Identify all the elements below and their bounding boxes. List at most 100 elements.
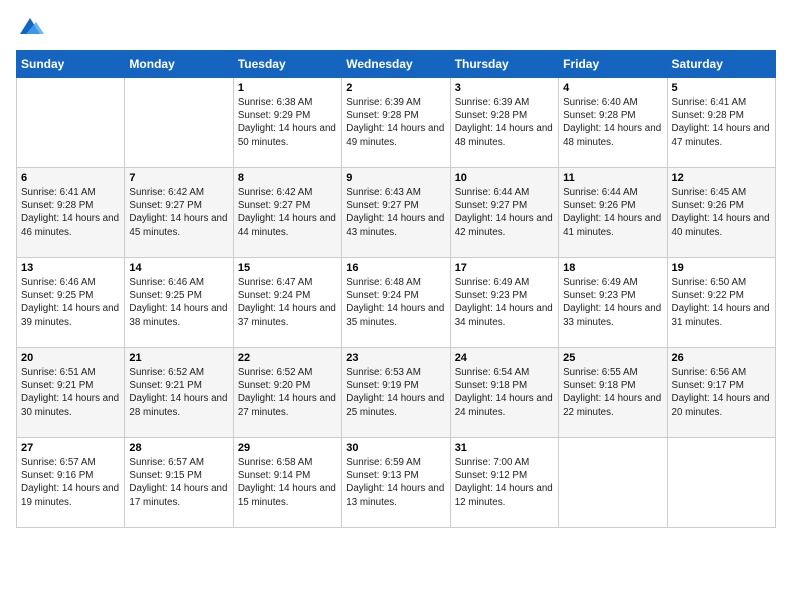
day-info: Sunrise: 6:58 AM Sunset: 9:14 PM Dayligh…: [238, 456, 337, 509]
day-cell: [559, 438, 667, 528]
day-cell: 6 Sunrise: 6:41 AM Sunset: 9:28 PM Daylig…: [17, 168, 125, 258]
day-number: 14: [129, 262, 228, 274]
day-info: Sunrise: 6:46 AM Sunset: 9:25 PM Dayligh…: [21, 276, 120, 329]
day-number: 5: [672, 82, 771, 94]
day-info: Sunrise: 6:57 AM Sunset: 9:16 PM Dayligh…: [21, 456, 120, 509]
week-row-4: 20 Sunrise: 6:51 AM Sunset: 9:21 PM Dayli…: [17, 348, 776, 438]
day-cell: 21 Sunrise: 6:52 AM Sunset: 9:21 PM Dayli…: [125, 348, 233, 438]
day-number: 30: [346, 442, 445, 454]
page-header: [16, 16, 776, 38]
day-cell: 24Sunrise: 6:54 AM Sunset: 9:18 PM Dayli…: [450, 348, 558, 438]
day-cell: 12 Sunrise: 6:45 AM Sunset: 9:26 PM Dayli…: [667, 168, 775, 258]
day-info: Sunrise: 6:49 AM Sunset: 9:23 PM Dayligh…: [455, 276, 554, 329]
day-info: Sunrise: 6:51 AM Sunset: 9:21 PM Dayligh…: [21, 366, 120, 419]
day-cell: 3 Sunrise: 6:39 AM Sunset: 9:28 PM Daylig…: [450, 78, 558, 168]
day-cell: 16 Sunrise: 6:48 AM Sunset: 9:24 PM Dayli…: [342, 258, 450, 348]
day-info: Sunrise: 6:49 AM Sunset: 9:23 PM Dayligh…: [563, 276, 662, 329]
day-cell: 10Sunrise: 6:44 AM Sunset: 9:27 PM Dayli…: [450, 168, 558, 258]
day-number: 23: [346, 352, 445, 364]
day-number: 2: [346, 82, 445, 94]
day-cell: 1 Sunrise: 6:38 AM Sunset: 9:29 PM Daylig…: [233, 78, 341, 168]
day-info: Sunrise: 6:40 AM Sunset: 9:28 PM Dayligh…: [563, 96, 662, 149]
day-info: Sunrise: 6:43 AM Sunset: 9:27 PM Dayligh…: [346, 186, 445, 239]
day-number: 26: [672, 352, 771, 364]
day-cell: 22 Sunrise: 6:52 AM Sunset: 9:20 PM Dayli…: [233, 348, 341, 438]
day-number: 11: [563, 172, 662, 184]
day-info: Sunrise: 6:47 AM Sunset: 9:24 PM Dayligh…: [238, 276, 337, 329]
day-info: Sunrise: 6:42 AM Sunset: 9:27 PM Dayligh…: [129, 186, 228, 239]
day-number: 27: [21, 442, 120, 454]
col-header-monday: Monday: [125, 51, 233, 78]
day-cell: 9 Sunrise: 6:43 AM Sunset: 9:27 PM Daylig…: [342, 168, 450, 258]
day-cell: 30 Sunrise: 6:59 AM Sunset: 9:13 PM Dayli…: [342, 438, 450, 528]
day-info: Sunrise: 6:41 AM Sunset: 9:28 PM Dayligh…: [672, 96, 771, 149]
day-cell: [667, 438, 775, 528]
day-cell: 13 Sunrise: 6:46 AM Sunset: 9:25 PM Dayli…: [17, 258, 125, 348]
col-header-wednesday: Wednesday: [342, 51, 450, 78]
day-cell: 15 Sunrise: 6:47 AM Sunset: 9:24 PM Dayli…: [233, 258, 341, 348]
col-header-friday: Friday: [559, 51, 667, 78]
day-cell: 18Sunrise: 6:49 AM Sunset: 9:23 PM Dayli…: [559, 258, 667, 348]
day-info: Sunrise: 6:56 AM Sunset: 9:17 PM Dayligh…: [672, 366, 771, 419]
week-row-2: 6 Sunrise: 6:41 AM Sunset: 9:28 PM Daylig…: [17, 168, 776, 258]
day-number: 13: [21, 262, 120, 274]
day-info: Sunrise: 6:53 AM Sunset: 9:19 PM Dayligh…: [346, 366, 445, 419]
calendar-table: SundayMondayTuesdayWednesdayThursdayFrid…: [16, 50, 776, 528]
day-cell: [125, 78, 233, 168]
day-number: 16: [346, 262, 445, 274]
day-cell: 28Sunrise: 6:57 AM Sunset: 9:15 PM Dayli…: [125, 438, 233, 528]
day-cell: 11Sunrise: 6:44 AM Sunset: 9:26 PM Dayli…: [559, 168, 667, 258]
day-info: Sunrise: 6:41 AM Sunset: 9:28 PM Dayligh…: [21, 186, 120, 239]
logo: [16, 16, 48, 38]
logo-icon: [16, 16, 44, 38]
day-info: Sunrise: 6:55 AM Sunset: 9:18 PM Dayligh…: [563, 366, 662, 419]
day-cell: 20 Sunrise: 6:51 AM Sunset: 9:21 PM Dayli…: [17, 348, 125, 438]
day-number: 20: [21, 352, 120, 364]
week-row-5: 27 Sunrise: 6:57 AM Sunset: 9:16 PM Dayli…: [17, 438, 776, 528]
col-header-thursday: Thursday: [450, 51, 558, 78]
day-number: 17: [455, 262, 554, 274]
day-info: Sunrise: 6:52 AM Sunset: 9:21 PM Dayligh…: [129, 366, 228, 419]
day-cell: 23 Sunrise: 6:53 AM Sunset: 9:19 PM Dayli…: [342, 348, 450, 438]
day-number: 4: [563, 82, 662, 94]
day-number: 15: [238, 262, 337, 274]
day-info: Sunrise: 6:54 AM Sunset: 9:18 PM Dayligh…: [455, 366, 554, 419]
day-number: 31: [455, 442, 554, 454]
day-cell: 25 Sunrise: 6:55 AM Sunset: 9:18 PM Dayli…: [559, 348, 667, 438]
col-header-tuesday: Tuesday: [233, 51, 341, 78]
day-number: 9: [346, 172, 445, 184]
day-number: 8: [238, 172, 337, 184]
week-row-3: 13 Sunrise: 6:46 AM Sunset: 9:25 PM Dayli…: [17, 258, 776, 348]
day-number: 25: [563, 352, 662, 364]
day-info: Sunrise: 6:45 AM Sunset: 9:26 PM Dayligh…: [672, 186, 771, 239]
day-cell: 14 Sunrise: 6:46 AM Sunset: 9:25 PM Dayli…: [125, 258, 233, 348]
day-number: 22: [238, 352, 337, 364]
day-cell: 2 Sunrise: 6:39 AM Sunset: 9:28 PM Daylig…: [342, 78, 450, 168]
day-cell: 17 Sunrise: 6:49 AM Sunset: 9:23 PM Dayli…: [450, 258, 558, 348]
day-info: Sunrise: 6:39 AM Sunset: 9:28 PM Dayligh…: [346, 96, 445, 149]
day-cell: [17, 78, 125, 168]
day-number: 10: [455, 172, 554, 184]
col-header-saturday: Saturday: [667, 51, 775, 78]
day-number: 1: [238, 82, 337, 94]
day-number: 6: [21, 172, 120, 184]
day-number: 12: [672, 172, 771, 184]
day-number: 28: [129, 442, 228, 454]
day-cell: 7Sunrise: 6:42 AM Sunset: 9:27 PM Daylig…: [125, 168, 233, 258]
day-info: Sunrise: 6:52 AM Sunset: 9:20 PM Dayligh…: [238, 366, 337, 419]
day-number: 3: [455, 82, 554, 94]
day-cell: 4 Sunrise: 6:40 AM Sunset: 9:28 PM Daylig…: [559, 78, 667, 168]
day-info: Sunrise: 6:48 AM Sunset: 9:24 PM Dayligh…: [346, 276, 445, 329]
day-cell: 19Sunrise: 6:50 AM Sunset: 9:22 PM Dayli…: [667, 258, 775, 348]
day-info: Sunrise: 6:39 AM Sunset: 9:28 PM Dayligh…: [455, 96, 554, 149]
day-info: Sunrise: 7:00 AM Sunset: 9:12 PM Dayligh…: [455, 456, 554, 509]
day-info: Sunrise: 6:59 AM Sunset: 9:13 PM Dayligh…: [346, 456, 445, 509]
day-cell: 8 Sunrise: 6:42 AM Sunset: 9:27 PM Daylig…: [233, 168, 341, 258]
day-cell: 29Sunrise: 6:58 AM Sunset: 9:14 PM Dayli…: [233, 438, 341, 528]
day-info: Sunrise: 6:38 AM Sunset: 9:29 PM Dayligh…: [238, 96, 337, 149]
day-info: Sunrise: 6:42 AM Sunset: 9:27 PM Dayligh…: [238, 186, 337, 239]
day-cell: 31 Sunrise: 7:00 AM Sunset: 9:12 PM Dayli…: [450, 438, 558, 528]
col-header-sunday: Sunday: [17, 51, 125, 78]
day-info: Sunrise: 6:46 AM Sunset: 9:25 PM Dayligh…: [129, 276, 228, 329]
day-number: 21: [129, 352, 228, 364]
